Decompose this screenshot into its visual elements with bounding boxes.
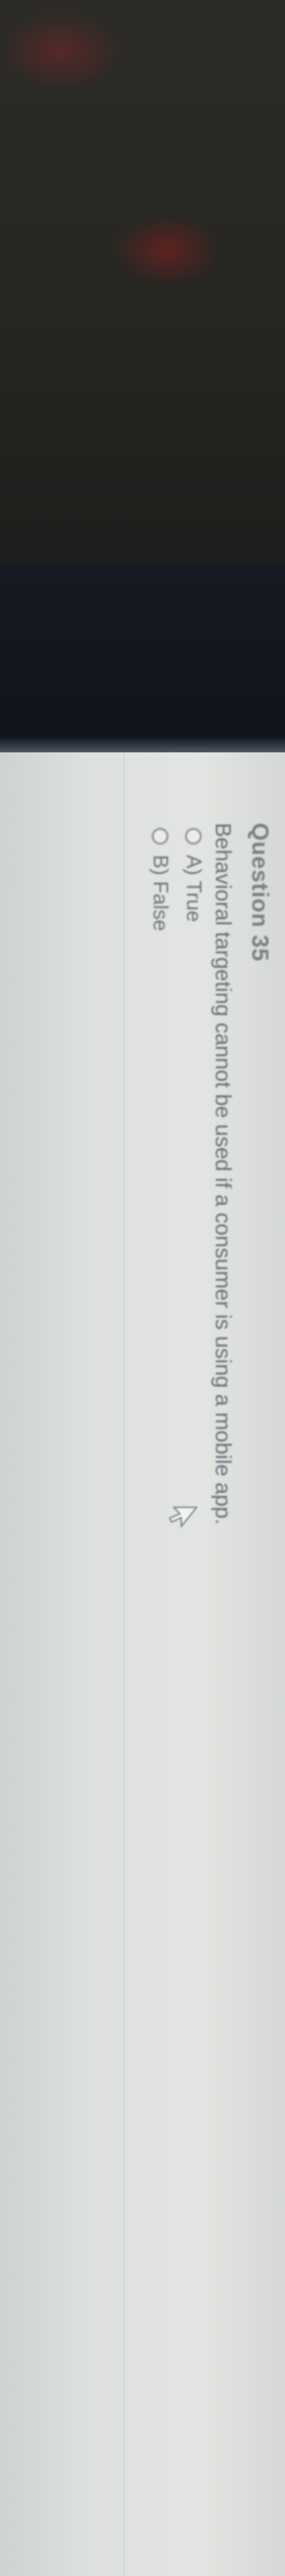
option-true[interactable]: A) True: [182, 828, 206, 922]
divider: [124, 752, 125, 2576]
quiz-question-panel: Question 35 Behavioral targeting cannot …: [0, 752, 285, 2576]
radio-button-true[interactable]: [185, 828, 202, 845]
option-false-label: B) False: [149, 855, 172, 932]
option-false[interactable]: B) False: [149, 828, 172, 931]
radio-button-false[interactable]: [152, 828, 169, 845]
question-text: Behavioral targeting cannot be used if a…: [211, 823, 235, 1525]
mouse-pointer-icon: [168, 1506, 198, 1528]
question-number: Question 35: [247, 823, 273, 962]
monitor-bezel: [0, 563, 285, 756]
option-true-label: A) True: [183, 855, 206, 922]
